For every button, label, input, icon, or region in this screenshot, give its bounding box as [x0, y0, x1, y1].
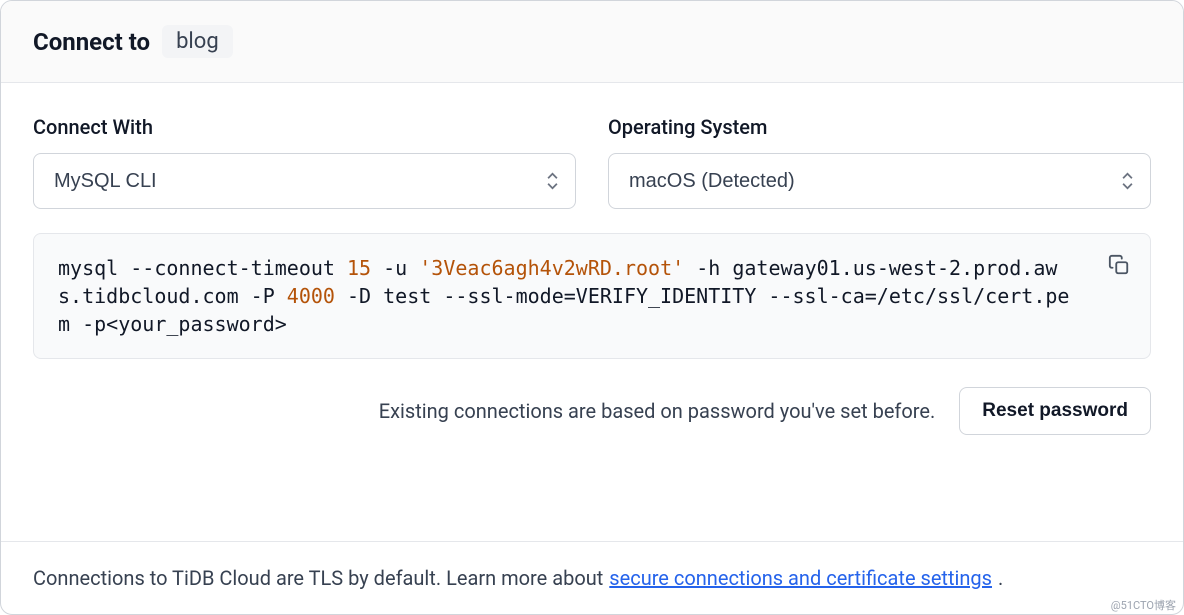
password-hint: Existing connections are based on passwo… — [379, 399, 936, 423]
os-value: macOS (Detected) — [629, 170, 795, 193]
tls-docs-link[interactable]: secure connections and certificate setti… — [609, 566, 992, 590]
footer-text-suffix: . — [998, 566, 1003, 590]
connect-with-value: MySQL CLI — [54, 170, 157, 193]
cmd-part: -u — [371, 256, 419, 280]
copy-icon — [1108, 264, 1130, 279]
connection-command: mysql --connect-timeout 15 -u '3Veac6agh… — [33, 233, 1151, 359]
dialog-body: Connect With MySQL CLI Operating System … — [1, 83, 1183, 541]
os-select[interactable]: macOS (Detected) — [608, 153, 1151, 209]
cmd-user: '3Veac6agh4v2wRD.root' — [419, 256, 684, 280]
os-label: Operating System — [608, 115, 1151, 139]
reset-password-button[interactable]: Reset password — [959, 387, 1151, 435]
form-row: Connect With MySQL CLI Operating System … — [33, 115, 1151, 209]
dialog-footer: Connections to TiDB Cloud are TLS by def… — [1, 541, 1183, 614]
cluster-name-badge: blog — [162, 25, 233, 58]
dialog-title: Connect to — [33, 28, 150, 56]
os-group: Operating System macOS (Detected) — [608, 115, 1151, 209]
connect-with-label: Connect With — [33, 115, 576, 139]
password-row: Existing connections are based on passwo… — [33, 387, 1151, 435]
cmd-part: mysql --connect-timeout — [58, 256, 347, 280]
os-select-wrapper: macOS (Detected) — [608, 153, 1151, 209]
dialog-header: Connect to blog — [1, 1, 1183, 83]
connect-with-select-wrapper: MySQL CLI — [33, 153, 576, 209]
cmd-port: 4000 — [287, 284, 335, 308]
spacer — [33, 455, 1151, 521]
dialog-title-row: Connect to blog — [33, 25, 1151, 58]
connect-dialog: Connect to blog Connect With MySQL CLI — [0, 0, 1184, 615]
cmd-timeout: 15 — [347, 256, 371, 280]
connect-with-select[interactable]: MySQL CLI — [33, 153, 576, 209]
footer-text-prefix: Connections to TiDB Cloud are TLS by def… — [33, 566, 603, 590]
watermark: @51CTO博客 — [1111, 597, 1176, 613]
copy-button[interactable] — [1104, 250, 1134, 283]
connect-with-group: Connect With MySQL CLI — [33, 115, 576, 209]
